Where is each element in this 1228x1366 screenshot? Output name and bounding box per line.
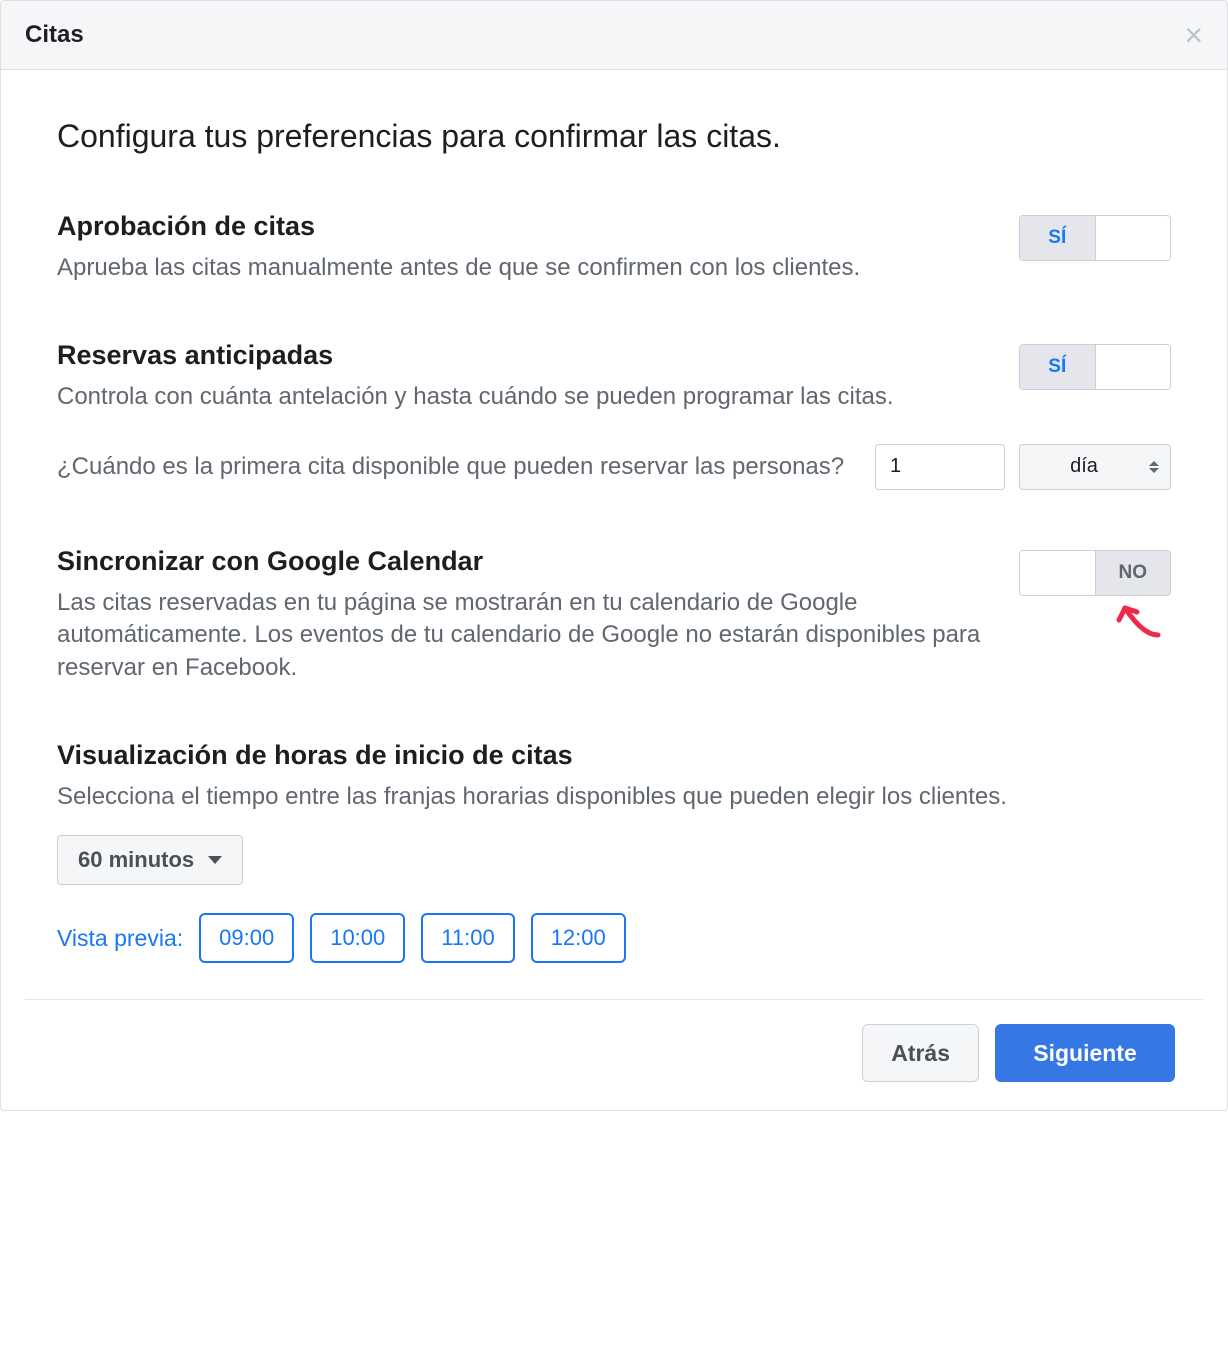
interval-value: 60 minutos [78,847,194,873]
page-title: Configura tus preferencias para confirma… [57,118,1171,155]
time-slot[interactable]: 09:00 [199,913,294,963]
modal-header: Citas × [1,1,1227,70]
advance-desc: Controla con cuánta antelación y hasta c… [57,381,995,413]
toggle-no-empty [1096,345,1171,389]
preview-row: Vista previa: 09:00 10:00 11:00 12:00 [57,913,1171,963]
advance-unit-select[interactable]: día [1019,444,1171,490]
google-toggle[interactable]: NO [1019,550,1171,596]
google-heading: Sincronizar con Google Calendar [57,546,995,577]
google-desc: Las citas reservadas en tu página se mos… [57,587,995,684]
toggle-no-empty [1096,216,1171,260]
display-heading: Visualización de horas de inicio de cita… [57,740,1171,771]
approval-desc: Aprueba las citas manualmente antes de q… [57,252,995,284]
advance-section: Reservas anticipadas Controla con cuánta… [57,340,1171,489]
time-slot[interactable]: 11:00 [421,913,514,963]
approval-toggle[interactable]: SÍ [1019,215,1171,261]
modal-title: Citas [25,21,84,49]
modal-footer: Atrás Siguiente [25,999,1203,1110]
approval-heading: Aprobación de citas [57,211,995,242]
back-button[interactable]: Atrás [862,1024,979,1082]
toggle-no: NO [1095,551,1171,595]
close-icon[interactable]: × [1184,19,1203,51]
approval-section: Aprobación de citas Aprueba las citas ma… [57,211,1171,284]
toggle-yes: SÍ [1020,216,1096,260]
time-slot[interactable]: 12:00 [531,913,626,963]
advance-question: ¿Cuándo es la primera cita disponible qu… [57,451,851,483]
modal-body: Configura tus preferencias para confirma… [1,70,1227,963]
toggle-yes: SÍ [1020,345,1096,389]
display-section: Visualización de horas de inicio de cita… [57,740,1171,963]
display-desc: Selecciona el tiempo entre las franjas h… [57,781,1171,813]
preview-label: Vista previa: [57,925,183,952]
advance-value-input[interactable] [875,444,1005,490]
next-button[interactable]: Siguiente [995,1024,1175,1082]
appointments-settings-modal: Citas × Configura tus preferencias para … [0,0,1228,1111]
chevron-down-icon [208,856,222,864]
advance-heading: Reservas anticipadas [57,340,995,371]
google-sync-section: Sincronizar con Google Calendar Las cita… [57,546,1171,684]
advance-toggle[interactable]: SÍ [1019,344,1171,390]
time-slot[interactable]: 10:00 [310,913,405,963]
interval-dropdown[interactable]: 60 minutos [57,835,243,885]
toggle-yes-empty [1020,551,1095,595]
